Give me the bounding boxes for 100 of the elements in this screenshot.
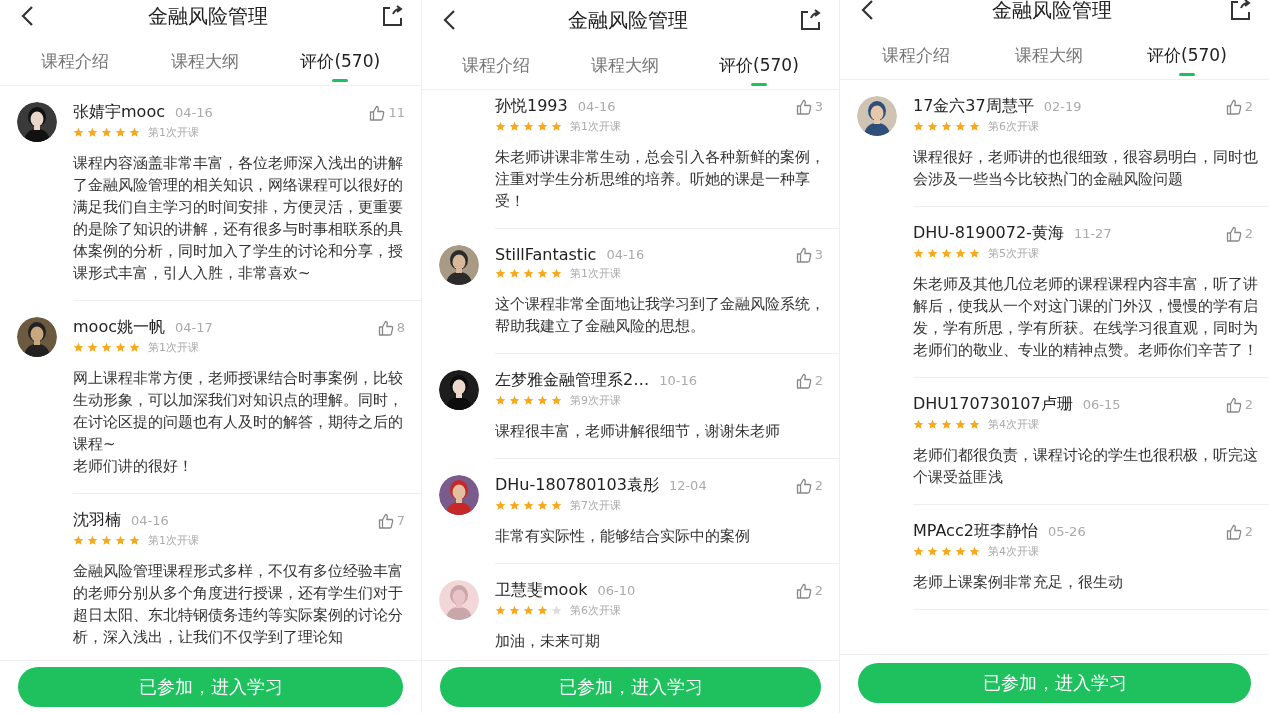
session-label: 第6次开课 xyxy=(570,603,621,618)
tab[interactable]: 评价(570) xyxy=(715,48,803,89)
star-icon xyxy=(129,535,140,546)
tab[interactable]: 课程介绍 xyxy=(458,48,535,89)
star-icon xyxy=(115,342,126,353)
star-icon xyxy=(509,395,520,406)
review-text: 老师上课案例非常充足，很生动 xyxy=(913,572,1124,593)
session-label: 第1次开课 xyxy=(570,119,621,134)
review-text: 老师们都很负责，课程讨论的学生也很积极，听完这个课受益匪浅 xyxy=(913,445,1259,488)
star-icon xyxy=(913,121,924,132)
star-icon xyxy=(495,500,506,511)
star-icon xyxy=(115,127,126,138)
star-icon xyxy=(551,500,562,511)
like-count: 7 xyxy=(396,513,405,528)
user-name: 17金六37周慧平 xyxy=(913,96,1034,117)
star-icon xyxy=(73,342,84,353)
user-name: DHU-8190072-黄海 xyxy=(913,223,1064,244)
star-icon xyxy=(73,535,84,546)
tab[interactable]: 课程介绍 xyxy=(878,38,955,79)
like-count: 3 xyxy=(814,247,823,262)
star-icon xyxy=(955,546,966,557)
thumbs-up-icon[interactable] xyxy=(795,98,812,115)
thumbs-up-icon[interactable] xyxy=(795,477,812,494)
review-text: 课程很丰富，老师讲解很细节，谢谢朱老师 xyxy=(495,421,781,442)
star-icon xyxy=(927,419,938,430)
user-name: MPAcc2班李静怡 xyxy=(913,521,1038,542)
user-name: StillFantastic xyxy=(495,245,597,264)
user-name: DHu-180780103袁彤 xyxy=(495,475,659,496)
star-icon xyxy=(523,500,534,511)
like-count: 2 xyxy=(814,478,823,493)
review-date: 04-16 xyxy=(174,105,213,120)
share-icon[interactable] xyxy=(381,5,403,27)
back-icon[interactable] xyxy=(860,0,874,21)
review-text: 加油，未来可期 xyxy=(495,631,601,652)
like-count: 3 xyxy=(814,99,823,114)
share-icon[interactable] xyxy=(1229,0,1251,21)
star-icon xyxy=(913,546,924,557)
review-text: 金融风险管理课程形式多样，不仅有多位经验丰富的老师分别从多个角度进行授课，还有学生们对于超日太阳、东北特钢债务违约等实际案例的讨论分析，深入浅出，让我们不仅学到了理论知 xyxy=(73,561,404,648)
session-label: 第4次开课 xyxy=(988,417,1039,432)
like-count: 11 xyxy=(388,105,405,120)
like-count: 2 xyxy=(814,373,823,388)
star-icon xyxy=(87,342,98,353)
tab[interactable]: 课程大纲 xyxy=(1010,38,1087,79)
star-icon xyxy=(969,546,980,557)
star-icon xyxy=(913,419,924,430)
tab[interactable]: 课程大纲 xyxy=(586,48,663,89)
review-text: 非常有实际性，能够结合实际中的案例 xyxy=(495,526,751,547)
star-icon xyxy=(537,500,548,511)
page-title: 金融风险管理 xyxy=(147,2,268,30)
thumbs-up-icon[interactable] xyxy=(369,104,386,121)
star-icon xyxy=(523,268,534,279)
review-date: 10-16 xyxy=(659,373,697,388)
review-text: 这个课程非常全面地让我学习到了金融风险系统，帮助我建立了金融风险的思想。 xyxy=(495,294,826,337)
star-icon xyxy=(537,605,548,616)
user-name: mooc姚一帆 xyxy=(73,317,165,338)
thumbs-up-icon[interactable] xyxy=(1225,396,1242,413)
review-date: 04-17 xyxy=(174,320,213,335)
star-icon xyxy=(495,605,506,616)
star-icon xyxy=(551,121,562,132)
star-icon xyxy=(941,546,952,557)
star-icon xyxy=(551,605,562,616)
thumbs-up-icon[interactable] xyxy=(1225,523,1242,540)
share-icon[interactable] xyxy=(799,9,821,31)
back-icon[interactable] xyxy=(20,5,34,27)
tab[interactable]: 课程介绍 xyxy=(36,44,113,85)
like-count: 2 xyxy=(1244,226,1253,241)
star-icon xyxy=(551,268,562,279)
review-date: 05-26 xyxy=(1047,524,1086,539)
tab[interactable]: 评价(570) xyxy=(296,44,385,85)
back-icon[interactable] xyxy=(442,9,456,31)
like-count: 2 xyxy=(814,583,823,598)
session-label: 第9次开课 xyxy=(570,393,621,408)
star-icon xyxy=(913,248,924,259)
review-text: 网上课程非常方便，老师授课结合时事案例，比较生动形象，可以加深我们对知识点的理解。同时，在讨论区提的问题也有人及时的解答，期待之后的课程~ 老师们讲的很好！ xyxy=(73,368,404,477)
thumbs-up-icon[interactable] xyxy=(795,582,812,599)
thumbs-up-icon[interactable] xyxy=(1225,225,1242,242)
review-date: 04-16 xyxy=(131,513,169,528)
thumbs-up-icon[interactable] xyxy=(377,512,394,529)
user-name: DHU170730107卢珊 xyxy=(913,394,1073,415)
session-label: 第1次开课 xyxy=(570,266,621,281)
session-label: 第5次开课 xyxy=(988,246,1039,261)
session-label: 第1次开课 xyxy=(148,533,199,548)
star-icon xyxy=(941,248,952,259)
tab[interactable]: 评价(570) xyxy=(1143,38,1231,79)
star-icon xyxy=(955,121,966,132)
review-date: 04-16 xyxy=(577,99,616,114)
thumbs-up-icon[interactable] xyxy=(795,246,812,263)
session-label: 第7次开课 xyxy=(570,498,621,513)
star-icon xyxy=(941,419,952,430)
star-icon xyxy=(129,127,140,138)
thumbs-up-icon[interactable] xyxy=(795,372,812,389)
star-icon xyxy=(941,121,952,132)
like-count: 2 xyxy=(1244,397,1253,412)
tab[interactable]: 课程大纲 xyxy=(166,44,243,85)
thumbs-up-icon[interactable] xyxy=(377,319,394,336)
star-icon xyxy=(537,395,548,406)
thumbs-up-icon[interactable] xyxy=(1225,98,1242,115)
star-icon xyxy=(969,121,980,132)
star-icon xyxy=(969,419,980,430)
star-icon xyxy=(927,546,938,557)
